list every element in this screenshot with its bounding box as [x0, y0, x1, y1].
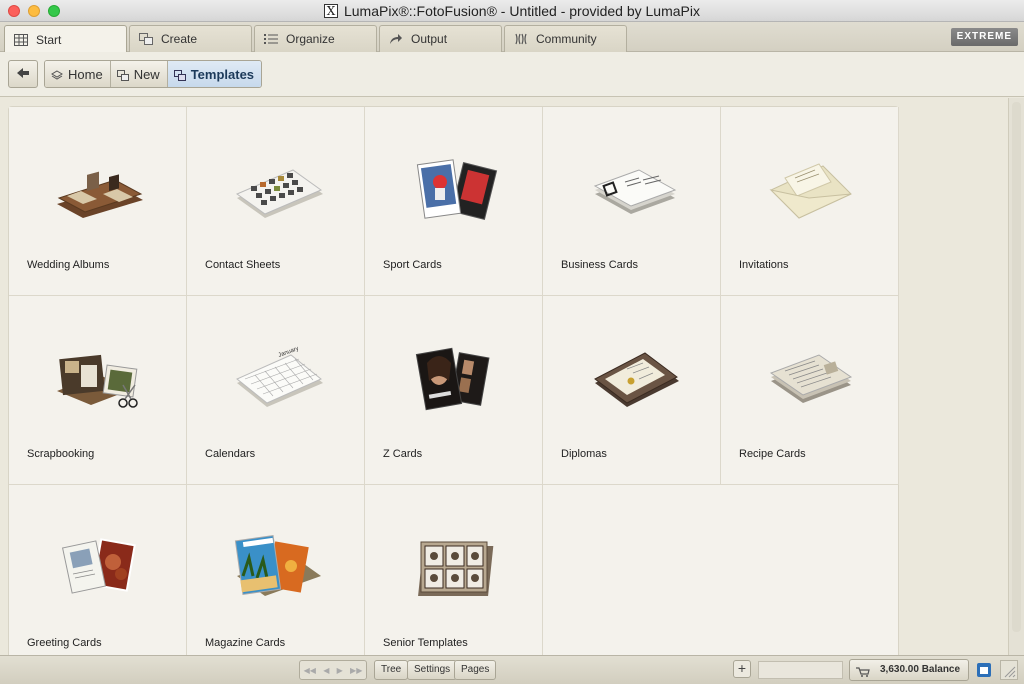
prev-page-icon[interactable]: ◀ [323, 666, 329, 675]
balance-button[interactable]: 3,630.00 Balance [849, 659, 969, 681]
tab-community-label: Community [536, 32, 597, 46]
template-tile[interactable]: Magazine Cards [187, 485, 365, 655]
template-label: Calendars [205, 448, 256, 460]
tab-output-label: Output [411, 32, 448, 46]
template-tile[interactable]: Sport Cards [365, 107, 543, 296]
balance-label: 3,630.00 Balance [880, 664, 961, 675]
template-label: Invitations [739, 259, 789, 271]
x11-app-icon: X [323, 3, 338, 18]
tab-start-label: Start [36, 32, 62, 47]
template-tile[interactable]: Business Cards [543, 107, 721, 296]
template-label: Business Cards [561, 259, 639, 271]
senior-templates-icon [418, 541, 494, 596]
template-label: Magazine Cards [205, 637, 286, 649]
tab-start[interactable]: Start [4, 25, 127, 53]
template-label: Z Cards [383, 448, 423, 460]
title-bar: X LumaPix®::FotoFusion® - Untitled - pro… [0, 0, 1024, 22]
scrapbook-icon [57, 354, 138, 408]
breadcrumb-templates-label: Templates [190, 66, 255, 82]
magazine-cards-icon [234, 535, 321, 596]
minimize-window-button[interactable] [28, 5, 40, 17]
template-grid: Wedding Albums Contact Sheets Sport Card… [8, 106, 899, 655]
template-tile[interactable]: Senior Templates [365, 485, 543, 655]
add-button[interactable]: + [733, 660, 751, 678]
breadcrumb-home-label: Home [68, 66, 103, 82]
status-bar: ◀◀ ◀ ▶ ▶▶ Tree Settings Pages + 3,630.00… [0, 655, 1024, 684]
tab-organize[interactable]: Organize [254, 25, 377, 52]
breadcrumb: Home New Templates [44, 60, 263, 88]
templates-panel: Wedding Albums Contact Sheets Sport Card… [0, 98, 1008, 655]
edition-badge: EXTREME [950, 28, 1018, 46]
back-button[interactable] [8, 60, 38, 88]
resize-grip-icon[interactable] [1000, 660, 1018, 680]
list-icon [264, 33, 278, 45]
tab-create[interactable]: Create [129, 25, 252, 52]
invitation-envelope-icon [769, 163, 852, 219]
template-label: Greeting Cards [27, 637, 102, 649]
breadcrumb-templates[interactable]: Templates [167, 61, 262, 87]
breadcrumb-new-label: New [133, 66, 160, 82]
last-page-icon[interactable]: ▶▶ [350, 666, 362, 675]
greeting-cards-icon [61, 538, 136, 594]
template-tile[interactable]: Scrapbooking [9, 296, 187, 485]
breadcrumb-home[interactable]: Home [45, 61, 111, 87]
template-tile[interactable]: Contact Sheets [187, 107, 365, 296]
template-label: Senior Templates [383, 637, 468, 649]
calculator-icon[interactable] [977, 663, 991, 677]
wedding-album-icon [57, 171, 143, 218]
diploma-icon [594, 352, 679, 407]
home-layers-icon [51, 69, 63, 80]
recipe-cards-icon [769, 354, 853, 403]
new-icon [116, 69, 129, 81]
tab-community[interactable]: Community [504, 25, 627, 52]
template-tile[interactable]: Wedding Albums [9, 107, 187, 296]
business-cards-icon [593, 169, 677, 214]
template-tile[interactable]: Greeting Cards [9, 485, 187, 655]
next-page-icon[interactable]: ▶ [337, 666, 343, 675]
tab-create-label: Create [161, 32, 198, 46]
page-navigation: ◀◀ ◀ ▶ ▶▶ [299, 660, 367, 680]
template-label: Wedding Albums [27, 259, 110, 271]
back-arrow-icon [16, 66, 30, 82]
template-tile[interactable]: Z Cards [365, 296, 543, 485]
template-label: Recipe Cards [739, 448, 806, 460]
grid-icon [14, 33, 28, 46]
z-cards-icon [415, 347, 490, 411]
template-label: Sport Cards [383, 259, 442, 271]
pages-button[interactable]: Pages [454, 660, 497, 680]
window-controls [8, 5, 60, 17]
create-icon [139, 33, 153, 45]
templates-icon [173, 69, 186, 81]
template-tile[interactable]: January Calendars [187, 296, 365, 485]
template-label: Contact Sheets [205, 259, 281, 271]
settings-button[interactable]: Settings [407, 660, 458, 680]
template-tile[interactable]: Recipe Cards [721, 296, 899, 485]
main-tab-bar: Start Create Organize Output Community E… [0, 22, 1024, 53]
maximize-window-button[interactable] [48, 5, 60, 17]
close-window-button[interactable] [8, 5, 20, 17]
breadcrumb-new[interactable]: New [110, 61, 168, 87]
template-tile[interactable]: Diplomas [543, 296, 721, 485]
tab-organize-label: Organize [286, 32, 335, 46]
template-label: Diplomas [561, 448, 607, 460]
sport-cards-icon [416, 159, 498, 220]
vertical-scrollbar[interactable] [1008, 98, 1024, 655]
window-title: LumaPix®::FotoFusion® - Untitled - provi… [343, 2, 700, 19]
first-page-icon[interactable]: ◀◀ [304, 666, 316, 675]
balance-field [758, 661, 843, 679]
template-label: Scrapbooking [27, 448, 95, 460]
scrollbar-thumb[interactable] [1012, 102, 1021, 632]
shopping-cart-icon [856, 665, 870, 677]
tab-output[interactable]: Output [379, 25, 502, 52]
community-icon [514, 33, 528, 45]
tree-button[interactable]: Tree [374, 660, 409, 680]
contact-sheet-icon [235, 169, 323, 218]
navigation-toolbar: Home New Templates [0, 52, 1024, 97]
output-arrow-icon [389, 33, 403, 45]
calendar-icon: January [236, 346, 323, 407]
template-tile[interactable]: Invitations [721, 107, 899, 296]
